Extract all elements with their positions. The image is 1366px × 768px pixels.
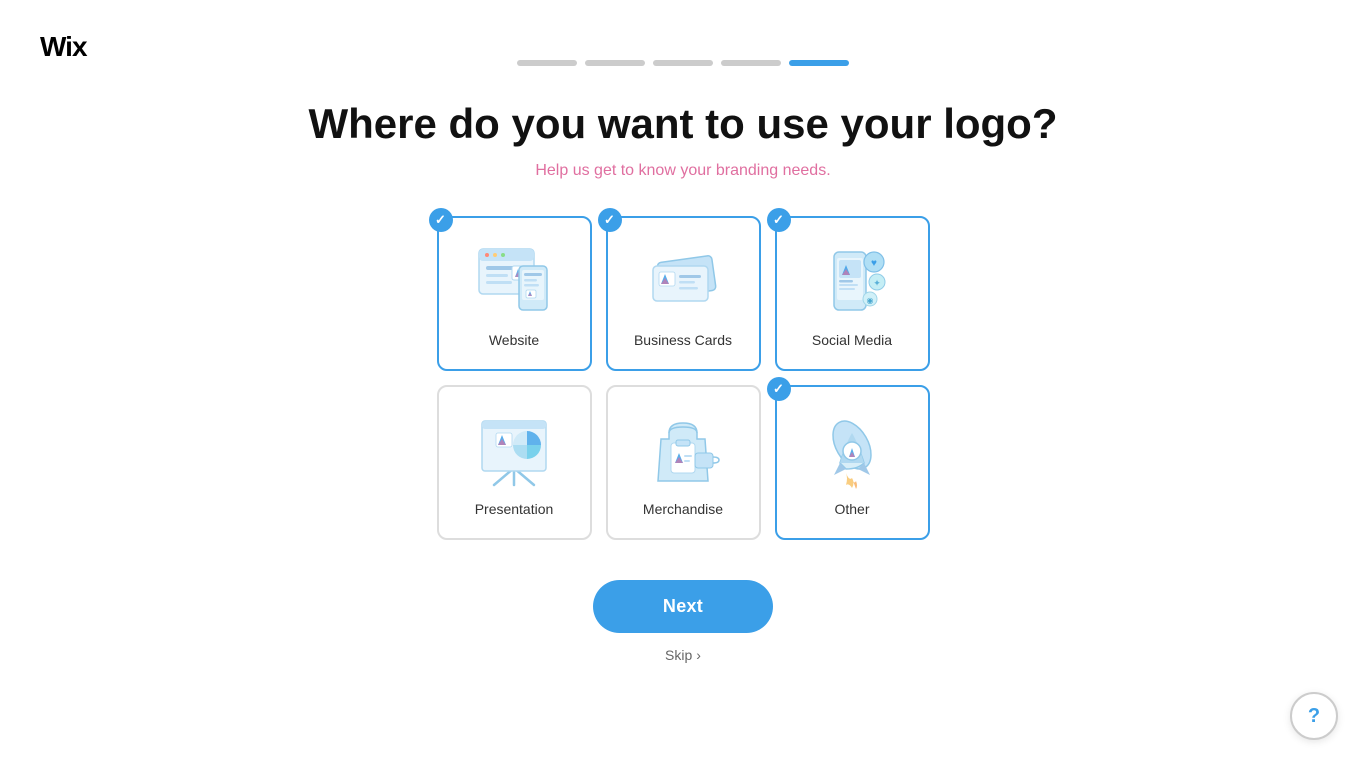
- card-presentation[interactable]: ✓: [437, 385, 592, 540]
- business-cards-icon: [641, 239, 726, 324]
- main-content: Where do you want to use your logo? Help…: [0, 0, 1366, 663]
- presentation-label: Presentation: [475, 501, 554, 517]
- website-label: Website: [489, 332, 539, 348]
- next-button[interactable]: Next: [593, 580, 773, 633]
- card-social-media[interactable]: ✓ ♥ ✦: [775, 216, 930, 371]
- wix-logo: Wix: [40, 30, 110, 67]
- business-cards-label: Business Cards: [634, 332, 732, 348]
- social-media-icon: ♥ ✦ ◉: [810, 239, 895, 324]
- other-icon: [810, 408, 895, 493]
- presentation-icon: [472, 408, 557, 493]
- svg-text:Wix: Wix: [40, 31, 88, 62]
- other-label: Other: [834, 501, 869, 517]
- skip-link[interactable]: Skip ›: [665, 647, 701, 663]
- merchandise-label: Merchandise: [643, 501, 723, 517]
- progress-bar: [517, 60, 849, 66]
- check-social-media: ✓: [767, 208, 791, 232]
- check-website: ✓: [429, 208, 453, 232]
- card-website[interactable]: ✓: [437, 216, 592, 371]
- progress-step-1: [517, 60, 577, 66]
- progress-step-2: [585, 60, 645, 66]
- progress-step-3: [653, 60, 713, 66]
- page-title: Where do you want to use your logo?: [308, 100, 1057, 148]
- svg-text:◉: ◉: [867, 296, 874, 305]
- help-button[interactable]: ?: [1290, 692, 1338, 740]
- card-other[interactable]: ✓: [775, 385, 930, 540]
- social-media-label: Social Media: [812, 332, 892, 348]
- progress-step-5: [789, 60, 849, 66]
- check-business-cards: ✓: [598, 208, 622, 232]
- skip-label: Skip: [665, 647, 692, 663]
- merchandise-icon: [641, 408, 726, 493]
- website-icon: [472, 239, 557, 324]
- card-merchandise[interactable]: ✓ Mercha: [606, 385, 761, 540]
- progress-step-4: [721, 60, 781, 66]
- card-business-cards[interactable]: ✓ Business Cards: [606, 216, 761, 371]
- svg-text:♥: ♥: [871, 258, 877, 269]
- skip-chevron: ›: [696, 647, 701, 663]
- svg-text:✦: ✦: [873, 278, 881, 288]
- page-subtitle: Help us get to know your branding needs.: [535, 162, 830, 180]
- check-other: ✓: [767, 377, 791, 401]
- logo-usage-grid: ✓: [437, 216, 930, 540]
